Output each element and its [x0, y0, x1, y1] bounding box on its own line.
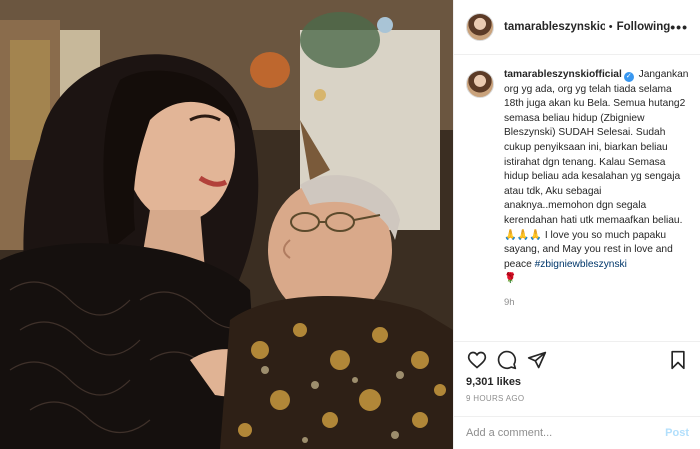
- post-header: tamarableszynskiofficial • Following •••: [454, 0, 700, 55]
- following-button[interactable]: Following: [617, 21, 671, 33]
- post-side-panel: tamarableszynskiofficial • Following •••…: [453, 0, 700, 449]
- action-bar: [454, 341, 700, 378]
- caption-text: tamarableszynskiofficial ✓ Jangankan org …: [504, 68, 689, 287]
- caption-time-ago[interactable]: 9h: [504, 297, 689, 308]
- rose-emoji: 🌹: [504, 273, 517, 285]
- post-comment-button[interactable]: Post: [665, 427, 689, 439]
- share-icon[interactable]: [522, 345, 552, 375]
- post-photo[interactable]: [0, 0, 453, 449]
- caption-row: tamarableszynskiofficial ✓ Jangankan org …: [466, 68, 689, 287]
- post-date[interactable]: 9 HOURS AGO: [466, 394, 524, 403]
- comments-area: tamarableszynskiofficial ✓ Jangankan org …: [454, 56, 700, 341]
- hashtag-link[interactable]: #zbigniewbleszynski: [535, 259, 627, 270]
- add-comment-bar: Post: [454, 416, 700, 449]
- likes-count[interactable]: 9,301 likes: [466, 376, 521, 388]
- caption-avatar[interactable]: [466, 70, 494, 98]
- more-options-icon[interactable]: •••: [670, 19, 688, 35]
- caption-username[interactable]: tamarableszynskiofficial: [504, 69, 622, 80]
- bookmark-icon[interactable]: [663, 345, 693, 375]
- caption-body: Jangankan org yg ada, org yg telah tiada…: [504, 69, 689, 270]
- comment-input[interactable]: [466, 427, 666, 439]
- comment-icon[interactable]: [492, 345, 522, 375]
- header-username[interactable]: tamarableszynskiofficial: [504, 21, 605, 33]
- heart-icon[interactable]: [462, 345, 492, 375]
- verified-badge-icon: ✓: [623, 72, 634, 82]
- photo-illustration: [0, 0, 453, 449]
- separator-dot: •: [608, 21, 613, 33]
- avatar[interactable]: [466, 13, 494, 41]
